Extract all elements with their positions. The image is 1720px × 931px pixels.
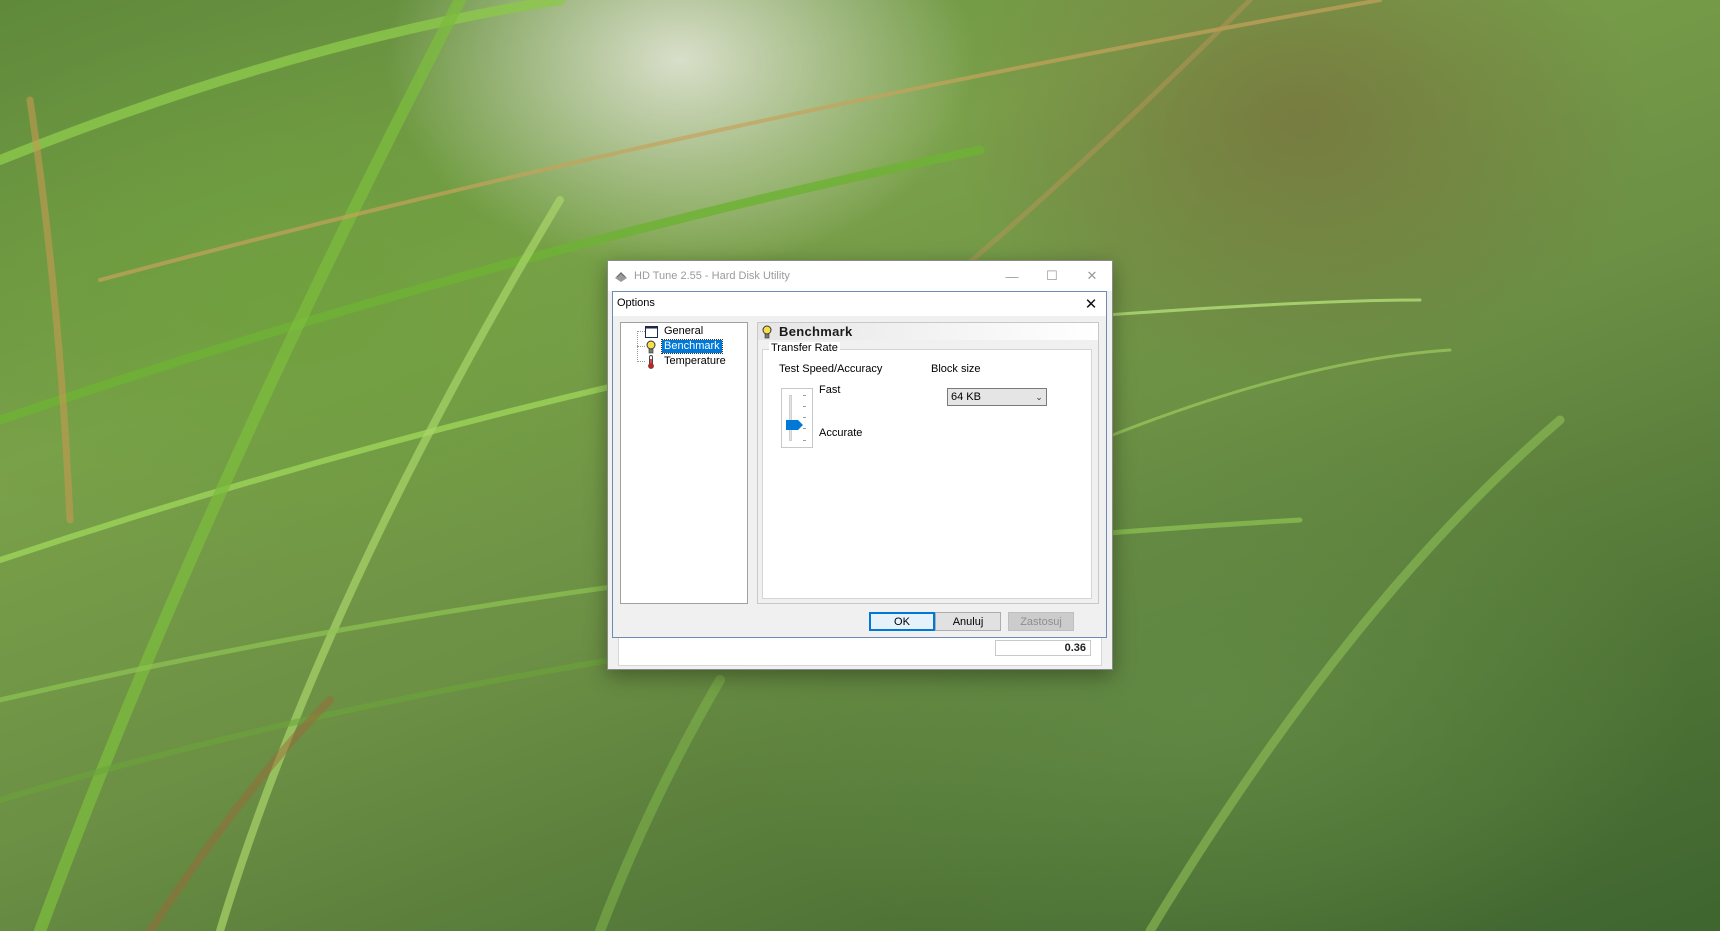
cancel-button[interactable]: Anuluj — [935, 612, 1001, 631]
close-icon: ✕ — [1084, 296, 1098, 313]
speed-accuracy-slider[interactable] — [781, 388, 813, 448]
options-tree[interactable]: General Benchmark Temperature — [620, 322, 748, 604]
tree-item-general[interactable]: General — [631, 324, 705, 339]
dialog-titlebar[interactable]: Options ✕ — [613, 292, 1106, 316]
minimize-button[interactable]: — — [992, 261, 1032, 291]
ok-button[interactable]: OK — [869, 612, 935, 631]
tree-item-label: Temperature — [664, 355, 726, 367]
panel-title: Benchmark — [779, 324, 853, 339]
lightbulb-icon — [762, 325, 772, 338]
slider-track — [789, 395, 792, 441]
block-size-value: 64 KB — [951, 391, 981, 403]
block-size-label: Block size — [931, 363, 981, 375]
maximize-icon: ☐ — [1046, 268, 1058, 283]
tree-item-temperature[interactable]: Temperature — [631, 354, 728, 369]
slider-thumb[interactable] — [786, 420, 804, 430]
hdtune-app-icon — [615, 272, 627, 282]
speed-accuracy-label: Test Speed/Accuracy — [779, 363, 883, 375]
general-icon — [644, 325, 658, 339]
app-titlebar[interactable]: HD Tune 2.55 - Hard Disk Utility — ☐ ✕ — [608, 261, 1112, 291]
chevron-down-icon: ⌄ — [1035, 391, 1043, 402]
benchmark-panel: Benchmark Transfer Rate Test Speed/Accur… — [757, 322, 1099, 604]
minimize-icon: — — [1005, 268, 1019, 284]
dialog-title: Options — [617, 297, 655, 309]
maximize-button[interactable]: ☐ — [1032, 261, 1072, 291]
block-size-select[interactable]: 64 KB ⌄ — [947, 388, 1047, 406]
app-title: HD Tune 2.55 - Hard Disk Utility — [634, 270, 790, 282]
accurate-label: Accurate — [819, 427, 863, 439]
tree-item-label: General — [664, 325, 704, 337]
fast-label: Fast — [819, 384, 841, 396]
close-icon: ✕ — [1086, 268, 1098, 283]
panel-header: Benchmark — [758, 323, 1098, 340]
app-value-field: 0.36 — [995, 640, 1091, 656]
options-dialog: Options ✕ General Benchmark Temperature — [612, 291, 1107, 638]
transfer-rate-group: Transfer Rate Test Speed/Accuracy Block … — [762, 342, 1092, 599]
group-title: Transfer Rate — [769, 342, 840, 354]
thermometer-icon — [644, 354, 658, 369]
apply-button[interactable]: Zastosuj — [1008, 612, 1074, 631]
tree-item-benchmark[interactable]: Benchmark — [631, 339, 723, 354]
dialog-close-button[interactable]: ✕ — [1076, 292, 1106, 316]
tree-item-label: Benchmark — [661, 339, 723, 354]
lightbulb-icon — [644, 340, 658, 354]
slider-ticks — [803, 395, 806, 441]
close-button[interactable]: ✕ — [1072, 261, 1112, 291]
